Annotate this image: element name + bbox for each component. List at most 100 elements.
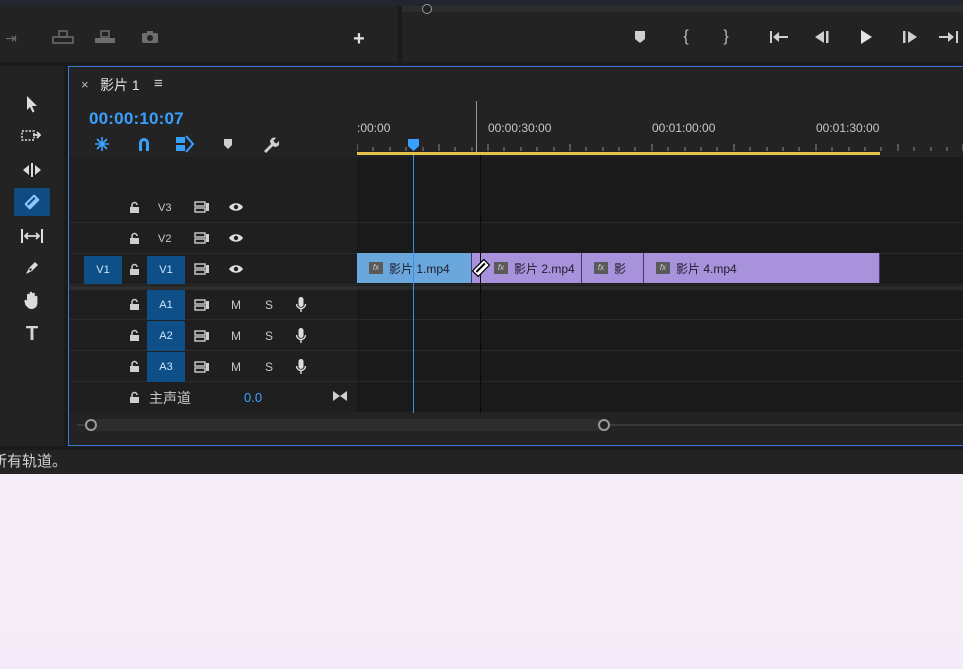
lane-a3 — [357, 352, 963, 382]
fx-badge-icon: fx — [594, 262, 608, 274]
clip[interactable]: fx 影片 4.mp4 — [644, 253, 880, 283]
overwrite-icon[interactable] — [92, 26, 118, 48]
sequence-tab-label[interactable]: 影片 1 — [100, 75, 140, 95]
clip-label: 影片 4.mp4 — [676, 261, 737, 276]
solo-button[interactable]: S — [265, 360, 273, 374]
sync-lock-icon[interactable] — [193, 231, 211, 245]
step-back-icon[interactable] — [810, 26, 834, 48]
microphone-icon[interactable] — [293, 358, 309, 376]
track-header-master: 主声道 0.0 — [69, 383, 357, 412]
lock-icon[interactable] — [127, 390, 141, 404]
ruler-label: 00:00:30:00 — [488, 121, 552, 135]
bowtie-icon[interactable] — [331, 388, 349, 404]
lock-icon[interactable] — [127, 297, 141, 311]
track-label: V2 — [158, 233, 172, 245]
selection-tool-icon[interactable] — [14, 90, 50, 118]
lane-v3 — [357, 193, 963, 223]
add-button[interactable]: + — [348, 28, 370, 50]
sync-lock-icon[interactable] — [193, 329, 211, 343]
timeline-panel: × 影片 1 ≡ 00:00:10:07 :00:00 00:00:30:00 … — [68, 66, 963, 446]
master-volume-value[interactable]: 0.0 — [244, 390, 262, 405]
program-monitor-controls: { } — [402, 4, 963, 62]
zoom-scrollbar[interactable] — [77, 417, 963, 433]
clip[interactable]: fx 影 — [582, 253, 644, 283]
solo-button[interactable]: S — [265, 329, 273, 343]
pen-tool-icon[interactable] — [14, 254, 50, 282]
mark-in-icon[interactable]: { — [678, 26, 694, 48]
lane-master — [357, 383, 963, 412]
play-icon[interactable] — [854, 26, 878, 48]
sync-lock-icon[interactable] — [193, 262, 211, 276]
linked-selection-icon[interactable] — [175, 135, 195, 153]
wrench-settings-icon[interactable] — [260, 135, 280, 153]
sync-lock-icon[interactable] — [193, 200, 211, 214]
go-to-out-icon-right[interactable] — [936, 26, 962, 48]
playhead-knob[interactable] — [422, 4, 432, 14]
status-bar: 所有轨道。 — [0, 450, 963, 474]
eye-icon[interactable] — [227, 262, 245, 276]
camera-icon[interactable] — [138, 26, 162, 48]
playhead-handle[interactable] — [407, 138, 420, 152]
track-area[interactable] — [357, 157, 963, 412]
track-header-a2: A2 M S — [69, 321, 357, 351]
mute-button[interactable]: M — [231, 298, 241, 312]
track-select-tool-icon[interactable] — [14, 122, 50, 150]
insert-icon[interactable] — [50, 26, 76, 48]
mute-button[interactable]: M — [231, 329, 241, 343]
add-marker-icon[interactable] — [221, 137, 235, 151]
marker-icon[interactable] — [632, 28, 648, 46]
ripple-edit-tool-icon[interactable] — [14, 156, 50, 184]
source-panel-toolbar: ⇥ + — [0, 6, 398, 62]
work-area-bar[interactable] — [357, 152, 880, 155]
time-ruler[interactable]: :00:00 00:00:30:00 00:01:00:00 00:01:30:… — [357, 101, 963, 155]
snap-magnet-icon[interactable] — [135, 136, 153, 152]
clip[interactable]: fx 影片 1.mp4 — [357, 253, 472, 283]
step-forward-icon[interactable] — [898, 26, 922, 48]
fx-badge-icon: fx — [369, 262, 383, 274]
eye-icon[interactable] — [227, 231, 245, 245]
lock-icon[interactable] — [127, 200, 141, 214]
scrollbar-thumb[interactable] — [84, 419, 604, 431]
master-track-label: 主声道 — [149, 390, 191, 406]
track-header-v3: V3 — [69, 193, 357, 223]
mute-button[interactable]: M — [231, 360, 241, 374]
solo-button[interactable]: S — [265, 298, 273, 312]
lock-icon[interactable] — [127, 328, 141, 342]
microphone-icon[interactable] — [293, 327, 309, 345]
track-target-a3[interactable]: A3 — [147, 352, 185, 382]
track-header-v1: V1 V1 — [69, 255, 357, 285]
microphone-icon[interactable] — [293, 296, 309, 314]
source-patch-v1[interactable]: V1 — [84, 256, 122, 284]
lane-a1 — [357, 290, 963, 320]
panel-menu-icon[interactable]: ≡ — [154, 75, 163, 92]
playhead-timecode[interactable]: 00:00:10:07 — [89, 109, 184, 129]
hand-tool-icon[interactable] — [14, 286, 50, 314]
monitor-scrub-bar[interactable] — [402, 6, 963, 12]
lock-icon[interactable] — [127, 231, 141, 245]
fx-badge-icon: fx — [494, 262, 508, 274]
track-headers: V3 V2 V1 V1 A1 M S A2 M S A3 M S 主声道 0.0 — [69, 157, 357, 412]
track-target-a1[interactable]: A1 — [147, 290, 185, 320]
ruler-label: 00:01:30:00 — [816, 121, 880, 135]
track-target-v1[interactable]: V1 — [147, 256, 185, 284]
eye-icon[interactable] — [227, 200, 245, 214]
scrollbar-right-handle[interactable] — [598, 419, 610, 431]
scrollbar-left-handle[interactable] — [85, 419, 97, 431]
fx-badge-icon: fx — [656, 262, 670, 274]
ruler-cursor-line — [476, 101, 477, 155]
lock-icon[interactable] — [127, 359, 141, 373]
type-tool-icon[interactable]: T — [14, 320, 50, 348]
razor-tool-icon[interactable] — [14, 188, 50, 216]
track-header-a1: A1 M S — [69, 290, 357, 320]
go-to-in-icon[interactable] — [766, 26, 792, 48]
go-to-out-icon[interactable]: ⇥ — [0, 28, 22, 48]
track-target-a2[interactable]: A2 — [147, 321, 185, 351]
slip-tool-icon[interactable] — [14, 222, 50, 250]
sync-lock-icon[interactable] — [193, 360, 211, 374]
nest-sequence-icon[interactable] — [93, 136, 111, 152]
lock-icon[interactable] — [127, 262, 141, 276]
close-tab-icon[interactable]: × — [81, 77, 89, 92]
status-text: 所有轨道。 — [0, 453, 68, 470]
sync-lock-icon[interactable] — [193, 298, 211, 312]
mark-out-icon[interactable]: } — [718, 26, 734, 48]
